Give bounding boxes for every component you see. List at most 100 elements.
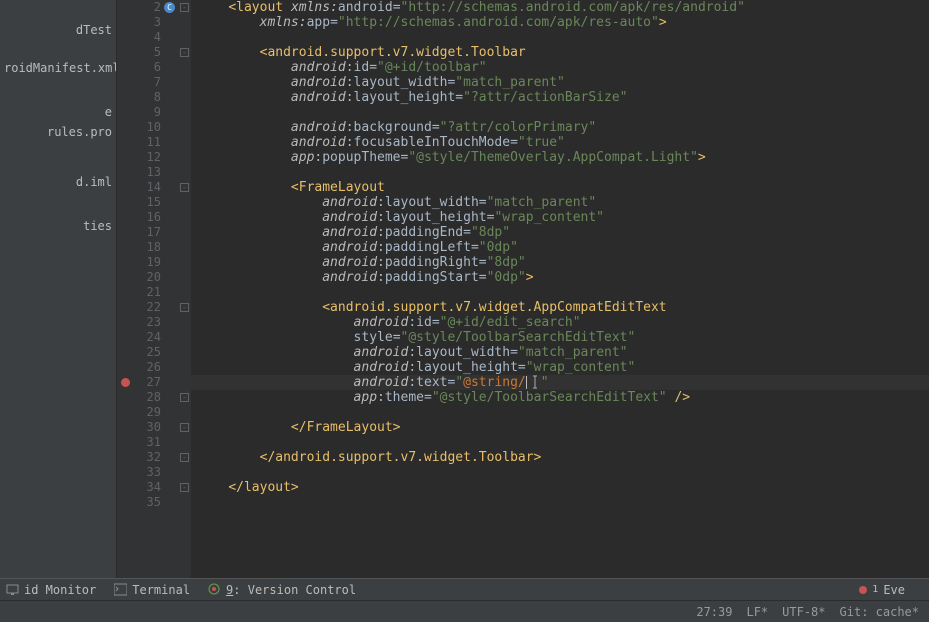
fold-toggle-icon[interactable]: - bbox=[180, 3, 189, 12]
code-line[interactable]: android:layout_height="wrap_content" bbox=[197, 210, 929, 225]
line-number[interactable]: 21 bbox=[117, 285, 161, 300]
line-number[interactable]: 7 bbox=[117, 75, 161, 90]
event-log-button[interactable]: 1 Eve bbox=[859, 583, 905, 597]
code-line[interactable]: android:background="?attr/colorPrimary" bbox=[197, 120, 929, 135]
code-line[interactable]: </layout> bbox=[197, 480, 929, 495]
code-line[interactable]: android:paddingLeft="0dp" bbox=[197, 240, 929, 255]
line-number[interactable]: 32 bbox=[117, 450, 161, 465]
line-number[interactable]: 26 bbox=[117, 360, 161, 375]
code-line[interactable] bbox=[197, 105, 929, 120]
line-number[interactable]: 24 bbox=[117, 330, 161, 345]
code-line[interactable]: </FrameLayout> bbox=[197, 420, 929, 435]
tool-window-label: Terminal bbox=[132, 583, 190, 597]
line-number[interactable]: 13 bbox=[117, 165, 161, 180]
code-line[interactable] bbox=[197, 30, 929, 45]
sidebar-item[interactable]: d.iml bbox=[0, 172, 116, 192]
code-line[interactable]: android:text="@string/" bbox=[197, 375, 929, 390]
fold-toggle-icon[interactable]: - bbox=[180, 423, 189, 432]
line-number[interactable]: 20 bbox=[117, 270, 161, 285]
fold-toggle-icon[interactable]: - bbox=[180, 183, 189, 192]
line-number[interactable]: 16 bbox=[117, 210, 161, 225]
terminal-icon bbox=[114, 583, 127, 596]
line-number[interactable]: 28 bbox=[117, 390, 161, 405]
line-number[interactable]: 14 bbox=[117, 180, 161, 195]
sidebar-item[interactable]: rules.pro bbox=[0, 122, 116, 142]
line-number[interactable]: 15 bbox=[117, 195, 161, 210]
line-number[interactable]: 33 bbox=[117, 465, 161, 480]
line-number[interactable]: 25 bbox=[117, 345, 161, 360]
code-line[interactable] bbox=[197, 285, 929, 300]
code-line[interactable]: app:popupTheme="@style/ThemeOverlay.AppC… bbox=[197, 150, 929, 165]
line-number[interactable]: 17 bbox=[117, 225, 161, 240]
code-line[interactable]: android:id="@+id/toolbar" bbox=[197, 60, 929, 75]
code-editor[interactable]: <layout xmlns:android="http://schemas.an… bbox=[191, 0, 929, 598]
code-line[interactable]: android:layout_width="match_parent" bbox=[197, 345, 929, 360]
fold-toggle-icon[interactable]: - bbox=[180, 48, 189, 57]
fold-toggle-icon[interactable]: - bbox=[180, 393, 189, 402]
code-line[interactable] bbox=[197, 405, 929, 420]
line-separator[interactable]: LF* bbox=[746, 605, 768, 619]
sidebar-item[interactable]: ties bbox=[0, 216, 116, 236]
sidebar-item[interactable]: dTest bbox=[0, 20, 116, 40]
line-number[interactable]: 11 bbox=[117, 135, 161, 150]
line-number[interactable]: 9 bbox=[117, 105, 161, 120]
fold-toggle-icon[interactable]: - bbox=[180, 483, 189, 492]
code-line[interactable] bbox=[197, 465, 929, 480]
line-number[interactable]: 8 bbox=[117, 90, 161, 105]
code-line[interactable]: android:layout_height="wrap_content" bbox=[197, 360, 929, 375]
code-line[interactable]: android:layout_width="match_parent" bbox=[197, 75, 929, 90]
code-line[interactable]: android:paddingEnd="8dp" bbox=[197, 225, 929, 240]
line-number[interactable]: 2C bbox=[117, 0, 161, 15]
tool-window-label: id Monitor bbox=[24, 583, 96, 597]
fold-toggle-icon[interactable]: - bbox=[180, 303, 189, 312]
code-line[interactable] bbox=[197, 495, 929, 510]
code-line[interactable]: xmlns:app="http://schemas.android.com/ap… bbox=[197, 15, 929, 30]
line-number[interactable]: 5 bbox=[117, 45, 161, 60]
tool-window-vcs[interactable]: 9: Version Control bbox=[208, 583, 356, 597]
version-control-icon bbox=[208, 583, 221, 596]
sidebar-item[interactable]: roidManifest.xml bbox=[0, 58, 116, 78]
error-indicator-icon bbox=[859, 586, 867, 594]
line-number[interactable]: 34 bbox=[117, 480, 161, 495]
code-line[interactable]: android:layout_height="?attr/actionBarSi… bbox=[197, 90, 929, 105]
code-line[interactable]: style="@style/ToolbarSearchEditText" bbox=[197, 330, 929, 345]
code-line[interactable] bbox=[197, 165, 929, 180]
code-line[interactable]: </android.support.v7.widget.Toolbar> bbox=[197, 450, 929, 465]
fold-gutter[interactable]: - - - - - - - - bbox=[179, 0, 191, 598]
line-number[interactable]: 22 bbox=[117, 300, 161, 315]
fold-toggle-icon[interactable]: - bbox=[180, 453, 189, 462]
tool-window-terminal[interactable]: Terminal bbox=[114, 583, 190, 597]
line-number[interactable]: 3 bbox=[117, 15, 161, 30]
code-line[interactable]: <FrameLayout bbox=[197, 180, 929, 195]
line-number[interactable]: 30 bbox=[117, 420, 161, 435]
line-number[interactable]: 12 bbox=[117, 150, 161, 165]
code-line[interactable]: android:paddingStart="0dp"> bbox=[197, 270, 929, 285]
git-branch[interactable]: Git: cache* bbox=[840, 605, 919, 619]
line-number[interactable]: 23 bbox=[117, 315, 161, 330]
line-number[interactable]: 19 bbox=[117, 255, 161, 270]
tool-window-monitor[interactable]: id Monitor bbox=[6, 583, 96, 597]
code-line[interactable]: <android.support.v7.widget.AppCompatEdit… bbox=[197, 300, 929, 315]
code-line[interactable]: android:paddingRight="8dp" bbox=[197, 255, 929, 270]
sidebar-item[interactable]: e bbox=[0, 102, 116, 122]
line-number-gutter[interactable]: 2C34567891011121314151617181920212223242… bbox=[117, 0, 179, 598]
line-number[interactable]: 18 bbox=[117, 240, 161, 255]
code-line[interactable]: android:focusableInTouchMode="true" bbox=[197, 135, 929, 150]
line-number[interactable]: 10 bbox=[117, 120, 161, 135]
line-number[interactable]: 27 bbox=[117, 375, 161, 390]
line-number[interactable]: 29 bbox=[117, 405, 161, 420]
code-line[interactable]: app:theme="@style/ToolbarSearchEditText"… bbox=[197, 390, 929, 405]
code-line[interactable] bbox=[197, 435, 929, 450]
file-encoding[interactable]: UTF-8* bbox=[782, 605, 825, 619]
code-line[interactable]: android:id="@+id/edit_search" bbox=[197, 315, 929, 330]
code-line[interactable]: android:layout_width="match_parent" bbox=[197, 195, 929, 210]
editor-area: 2C34567891011121314151617181920212223242… bbox=[117, 0, 929, 622]
code-line[interactable]: <android.support.v7.widget.Toolbar bbox=[197, 45, 929, 60]
line-number[interactable]: 31 bbox=[117, 435, 161, 450]
error-icon[interactable] bbox=[121, 378, 130, 387]
line-number[interactable]: 35 bbox=[117, 495, 161, 510]
project-sidebar[interactable]: dTest roidManifest.xml erules.pro d.iml ties bbox=[0, 0, 117, 622]
line-number[interactable]: 4 bbox=[117, 30, 161, 45]
line-number[interactable]: 6 bbox=[117, 60, 161, 75]
code-line[interactable]: <layout xmlns:android="http://schemas.an… bbox=[197, 0, 929, 15]
